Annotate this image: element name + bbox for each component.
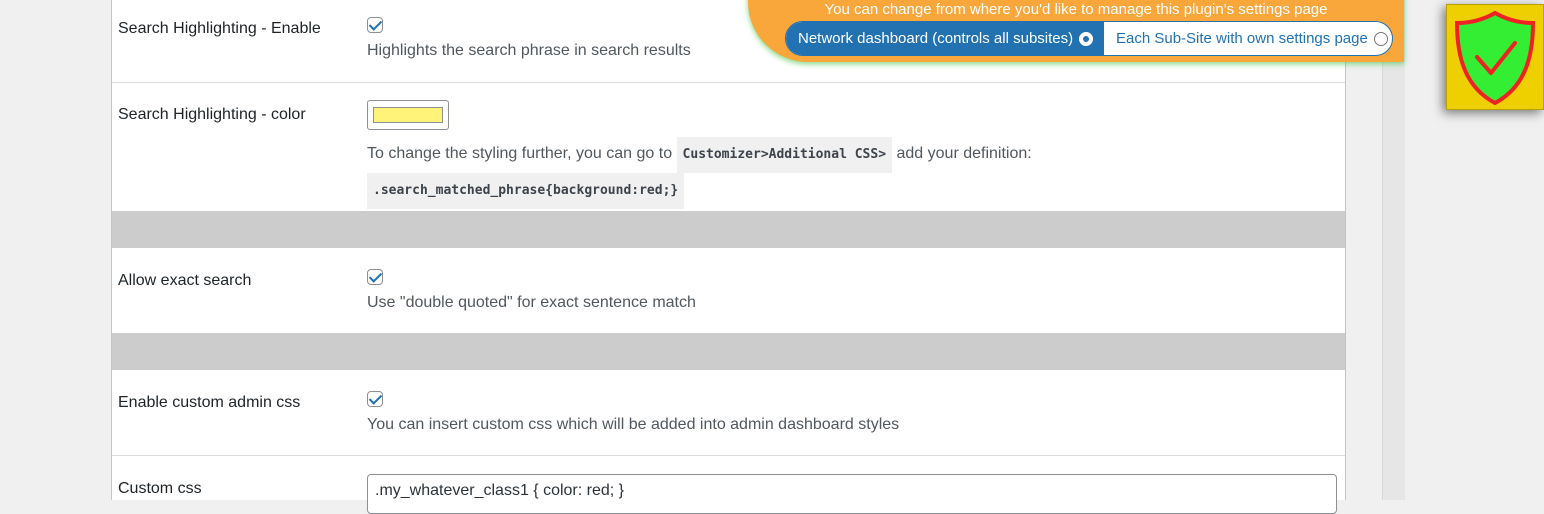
custom-admin-css-field: You can insert custom css which will be … (367, 391, 1337, 434)
radio-unselected-icon (1373, 31, 1388, 46)
section-separator (112, 211, 1345, 248)
custom-admin-css-description: You can insert custom css which will be … (367, 416, 900, 433)
radio-selected-icon (1079, 31, 1094, 46)
custom-admin-css-label: Enable custom admin css (118, 394, 301, 411)
color-swatch (373, 107, 443, 123)
settings-panel: Search Highlighting - Enable Highlights … (111, 0, 1346, 514)
network-dashboard-label: Network dashboard (controls all subsites… (798, 30, 1074, 47)
desc-before: To change the styling further, you can g… (367, 145, 673, 162)
exact-search-checkbox[interactable] (367, 269, 383, 285)
each-subsite-label: Each Sub-Site with own settings page (1116, 30, 1368, 47)
highlight-enable-checkbox[interactable] (367, 17, 383, 33)
row-highlight-color: Search Highlighting - color To change th… (112, 83, 1345, 211)
shield-check-icon (1454, 10, 1536, 106)
network-dashboard-option[interactable]: Network dashboard (controls all subsites… (786, 22, 1104, 55)
exact-search-description: Use "double quoted" for exact sentence m… (367, 294, 696, 311)
custom-css-textarea[interactable]: .my_whatever_class1 { color: red; } (367, 474, 1337, 514)
row-custom-admin-css: Enable custom admin css You can insert c… (112, 370, 1345, 456)
shield-badge (1446, 4, 1544, 110)
settings-scope-toggle: Network dashboard (controls all subsites… (785, 21, 1393, 56)
customizer-path-code: Customizer>Additional CSS> (676, 137, 893, 173)
custom-css-label: Custom css (118, 480, 202, 497)
highlight-enable-label: Search Highlighting - Enable (118, 20, 321, 37)
exact-search-label: Allow exact search (118, 272, 252, 289)
custom-admin-css-checkbox[interactable] (367, 391, 383, 407)
network-settings-message: You can change from where you'd like to … (824, 1, 1328, 18)
highlight-color-label: Search Highlighting - color (118, 106, 306, 123)
section-separator (112, 333, 1345, 370)
highlight-color-field: To change the styling further, you can g… (367, 100, 1337, 209)
row-exact-search: Allow exact search Use "double quoted" f… (112, 248, 1345, 333)
each-subsite-option[interactable]: Each Sub-Site with own settings page (1104, 22, 1392, 55)
desc-after: add your definition: (896, 145, 1032, 162)
scrollbar[interactable] (1382, 0, 1405, 500)
color-picker-button[interactable] (367, 100, 449, 130)
css-definition-code: .search_matched_phrase{background:red;} (367, 173, 685, 209)
exact-search-field: Use "double quoted" for exact sentence m… (367, 269, 1337, 312)
highlight-color-description: To change the styling further, you can g… (367, 137, 1337, 209)
